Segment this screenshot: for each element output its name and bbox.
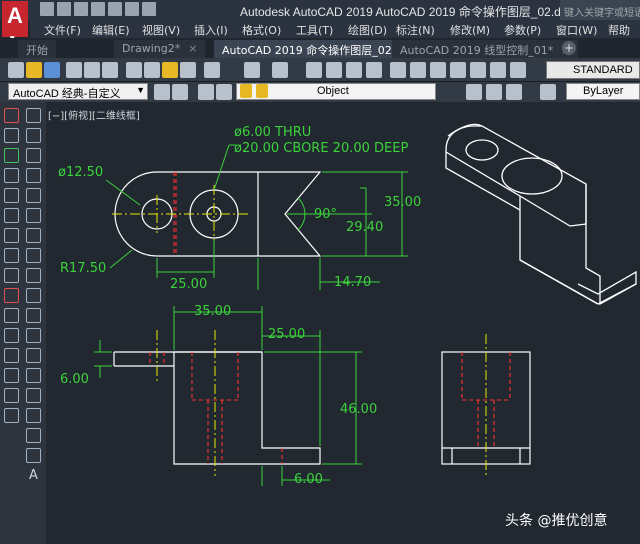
- dim-14-7: 14.70: [334, 275, 371, 290]
- dim-6-left: 6.00: [60, 372, 89, 387]
- front-view-outline: [113, 351, 321, 465]
- dim-6-bottom: 6.00: [294, 472, 323, 487]
- hole-note-thru: ø6.00 THRU: [234, 125, 311, 140]
- front-view-dim-text: 35.00 25.00 6.00 46.00 6.00: [60, 304, 377, 487]
- watermark: 头条 @推优创意: [505, 513, 608, 529]
- front-view-dimensions: [94, 306, 362, 486]
- dim-46: 46.00: [340, 402, 377, 417]
- dim-35-right: 35.00: [384, 195, 421, 210]
- dim-25-top: 25.00: [170, 277, 207, 292]
- dim-25-front: 25.00: [268, 327, 305, 342]
- top-view-dim-text: ø6.00 THRU ø20.00 CBORE 20.00 DEEP ø12.5…: [58, 125, 421, 292]
- drawing-canvas: ø6.00 THRU ø20.00 CBORE 20.00 DEEP ø12.5…: [58, 123, 637, 487]
- top-view-dimensions: [105, 144, 408, 290]
- hole-note-cbore: ø20.00 CBORE 20.00 DEEP: [234, 141, 408, 156]
- dim-29-4: 29.40: [346, 220, 383, 235]
- dim-r17-5: R17.50: [60, 261, 106, 276]
- dim-angle-90: 90°: [314, 207, 337, 222]
- top-view-centerlines: [112, 185, 250, 243]
- dim-35-front: 35.00: [194, 304, 231, 319]
- dim-dia-12-5: ø12.50: [58, 165, 103, 180]
- isometric-view: [445, 123, 637, 306]
